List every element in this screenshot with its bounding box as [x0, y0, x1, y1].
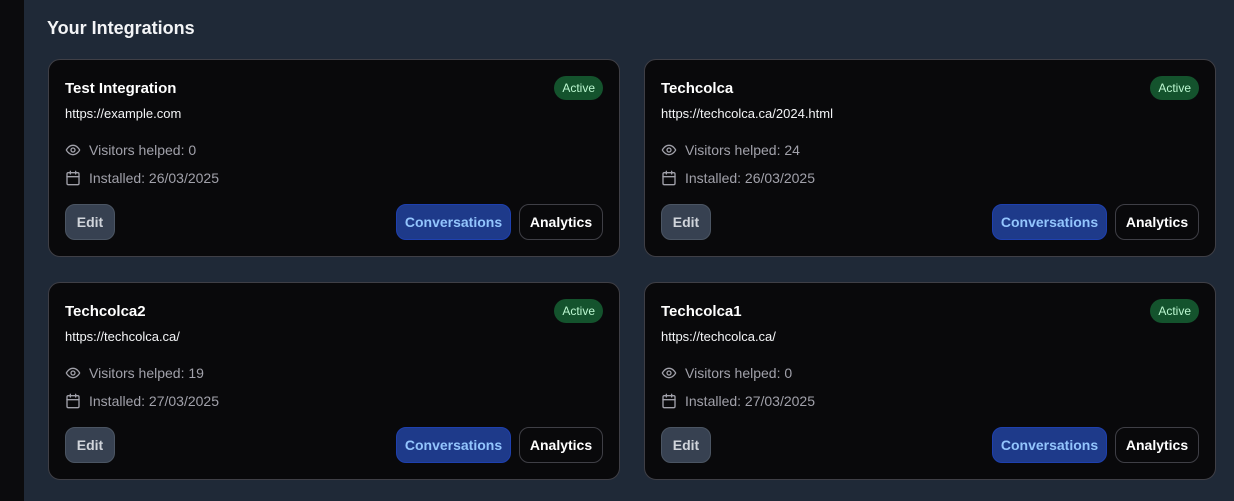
edit-button[interactable]: Edit [65, 204, 115, 240]
installed-row: Installed: 27/03/2025 [65, 393, 219, 409]
visitors-row: Visitors helped: 19 [65, 365, 204, 381]
integration-name: Techcolca1 [661, 303, 742, 320]
status-badge: Active [1150, 76, 1199, 100]
section-title: Your Integrations [47, 18, 195, 38]
eye-icon [661, 144, 677, 156]
installed-text: Installed: 27/03/2025 [89, 393, 219, 409]
conversations-button[interactable]: Conversations [396, 427, 511, 463]
integration-name: Techcolca2 [65, 303, 146, 320]
calendar-icon [66, 393, 80, 409]
integration-card: Techcolca1 Active https://techcolca.ca/ … [644, 282, 1216, 480]
visitors-row: Visitors helped: 0 [65, 142, 196, 158]
analytics-button[interactable]: Analytics [1115, 427, 1199, 463]
calendar-icon [66, 170, 80, 186]
visitors-text: Visitors helped: 0 [89, 142, 197, 158]
visitors-row: Visitors helped: 0 [661, 365, 792, 381]
status-badge: Active [554, 299, 603, 323]
integrations-grid: Test Integration Active https://example.… [48, 59, 1216, 480]
installed-text: Installed: 27/03/2025 [685, 393, 815, 409]
installed-row: Installed: 26/03/2025 [661, 170, 815, 186]
integration-name: Techcolca [661, 80, 734, 97]
visitors-text: Visitors helped: 24 [685, 142, 800, 158]
integration-url: https://techcolca.ca/ [65, 329, 180, 344]
installed-text: Installed: 26/03/2025 [89, 170, 219, 186]
conversations-button[interactable]: Conversations [992, 427, 1107, 463]
left-sidebar-edge [0, 0, 24, 501]
visitors-text: Visitors helped: 0 [685, 365, 793, 381]
installed-row: Installed: 26/03/2025 [65, 170, 219, 186]
integration-card: Techcolca Active https://techcolca.ca/20… [644, 59, 1216, 257]
integration-url: https://example.com [65, 106, 182, 121]
edit-button[interactable]: Edit [661, 204, 711, 240]
integration-url: https://techcolca.ca/ [661, 329, 776, 344]
installed-row: Installed: 27/03/2025 [661, 393, 815, 409]
calendar-icon [662, 170, 676, 186]
integration-name: Test Integration [65, 80, 177, 97]
integration-card: Techcolca2 Active https://techcolca.ca/ … [48, 282, 620, 480]
visitors-text: Visitors helped: 19 [89, 365, 204, 381]
eye-icon [65, 367, 81, 379]
eye-icon [661, 367, 677, 379]
main-content: Your Integrations Test Integration Activ… [24, 0, 1234, 501]
calendar-icon [662, 393, 676, 409]
edit-button[interactable]: Edit [661, 427, 711, 463]
status-badge: Active [554, 76, 603, 100]
edit-button[interactable]: Edit [65, 427, 115, 463]
conversations-button[interactable]: Conversations [992, 204, 1107, 240]
integration-card: Test Integration Active https://example.… [48, 59, 620, 257]
analytics-button[interactable]: Analytics [1115, 204, 1199, 240]
installed-text: Installed: 26/03/2025 [685, 170, 815, 186]
status-badge: Active [1150, 299, 1199, 323]
visitors-row: Visitors helped: 24 [661, 142, 800, 158]
integration-url: https://techcolca.ca/2024.html [661, 106, 833, 121]
eye-icon [65, 144, 81, 156]
analytics-button[interactable]: Analytics [519, 204, 603, 240]
conversations-button[interactable]: Conversations [396, 204, 511, 240]
analytics-button[interactable]: Analytics [519, 427, 603, 463]
